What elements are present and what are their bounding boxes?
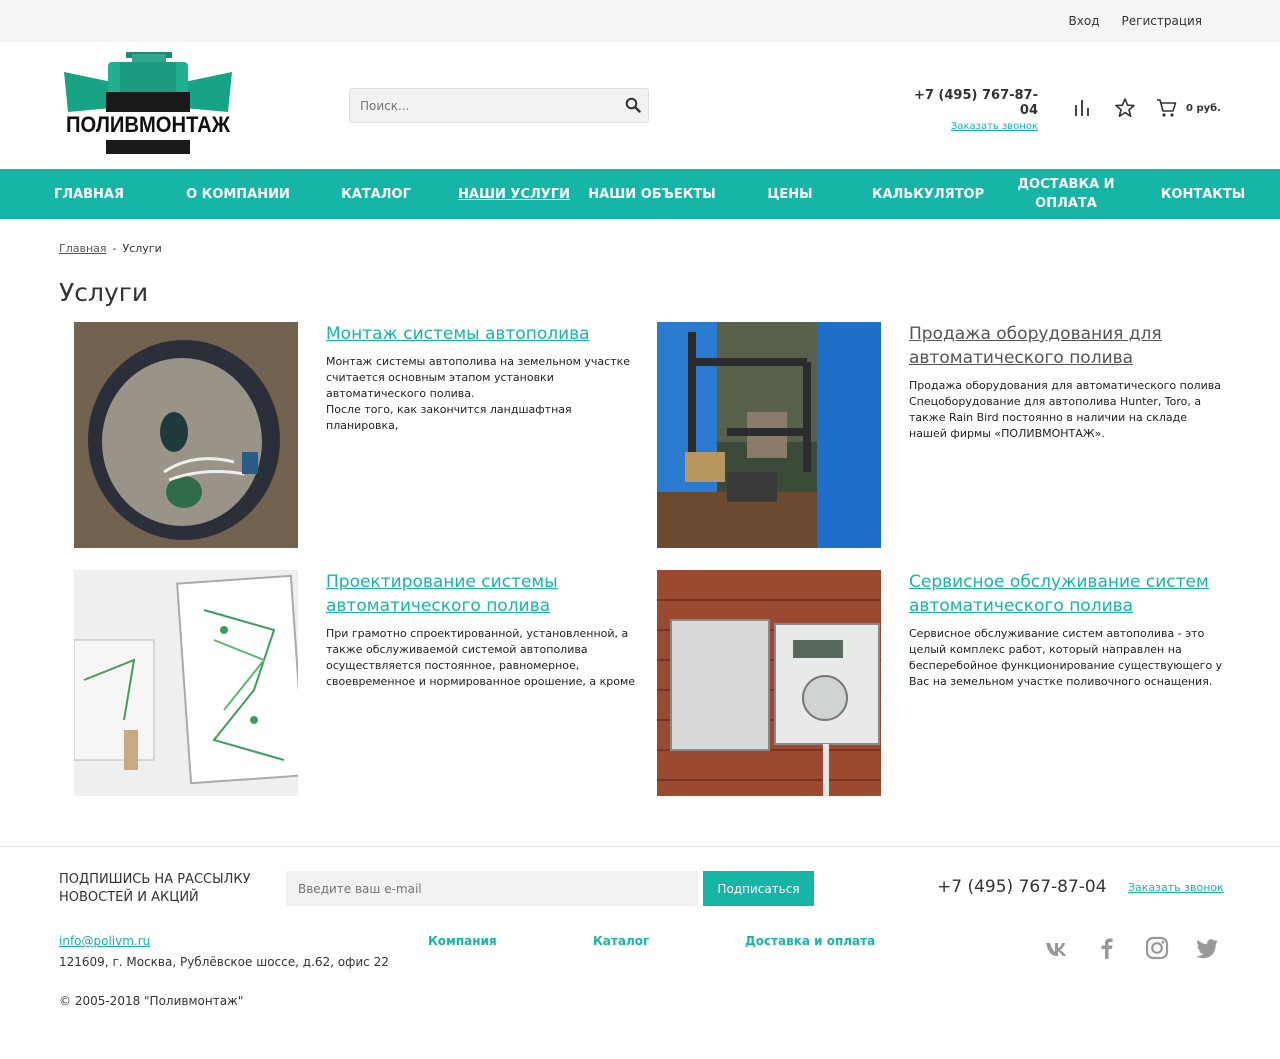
service-text: Проектирование системы автоматического п… bbox=[326, 570, 644, 690]
breadcrumb-home[interactable]: Главная bbox=[59, 242, 107, 255]
nav-item-catalog[interactable]: Каталог bbox=[298, 185, 454, 204]
register-link[interactable]: Регистрация bbox=[1122, 14, 1202, 28]
social-links bbox=[1044, 935, 1220, 961]
cart-sum: 0 руб. bbox=[1186, 102, 1221, 114]
compare-icon[interactable] bbox=[1072, 97, 1094, 119]
cart-icon[interactable] bbox=[1156, 97, 1178, 119]
service-image-maintenance[interactable] bbox=[657, 570, 881, 796]
favorites-star-icon[interactable] bbox=[1114, 97, 1136, 119]
copyright: © 2005-2018 "Поливмонтаж" bbox=[59, 994, 244, 1008]
service-image-design[interactable] bbox=[74, 570, 298, 796]
facebook-icon[interactable] bbox=[1094, 935, 1120, 961]
service-description: Монтаж системы автополива на земельном у… bbox=[326, 355, 631, 432]
service-card: Сервисное обслуживание систем автоматиче… bbox=[657, 570, 1237, 796]
breadcrumb-current: Услуги bbox=[122, 242, 162, 255]
nav-item-home[interactable]: Главная bbox=[0, 185, 178, 204]
instagram-icon[interactable] bbox=[1144, 935, 1170, 961]
service-title-link[interactable]: Сервисное обслуживание систем автоматиче… bbox=[909, 570, 1227, 618]
breadcrumb-separator: - bbox=[112, 242, 117, 255]
logo[interactable]: ПОЛИВМОНТАЖ bbox=[62, 50, 234, 158]
nav-item-about[interactable]: О компании bbox=[178, 185, 298, 204]
footer-address: 121609, г. Москва, Рублёвское шоссе, д.6… bbox=[59, 955, 389, 969]
footer-callback-link[interactable]: Заказать звонок bbox=[1128, 881, 1224, 894]
footer-link-delivery[interactable]: Доставка и оплата bbox=[745, 934, 875, 948]
service-card: Монтаж системы автополива Монтаж системы… bbox=[74, 322, 654, 548]
service-description: При грамотно спроектированной, установле… bbox=[326, 627, 636, 688]
top-bar: Вход Регистрация bbox=[0, 0, 1280, 42]
footer-link-company[interactable]: Компания bbox=[428, 934, 497, 948]
footer-phone: +7 (495) 767-87-04 bbox=[937, 877, 1107, 897]
page-title: Услуги bbox=[59, 278, 149, 307]
service-text: Продажа оборудования для автоматического… bbox=[909, 322, 1227, 442]
service-card: Продажа оборудования для автоматического… bbox=[657, 322, 1237, 548]
footer-link-catalog[interactable]: Каталог bbox=[593, 934, 649, 948]
header-contacts: +7 (495) 767-87-04 Заказать звонок bbox=[912, 88, 1038, 132]
service-description: Продажа оборудования для автоматического… bbox=[909, 379, 1221, 440]
svg-text:ПОЛИВМОНТАЖ: ПОЛИВМОНТАЖ bbox=[66, 112, 230, 137]
main-nav: Главная О компании Каталог Наши услуги Н… bbox=[0, 169, 1280, 219]
footer-divider bbox=[0, 846, 1280, 847]
service-title-link[interactable]: Продажа оборудования для автоматического… bbox=[909, 322, 1227, 370]
subscribe-label: Подпишись на рассылку новостей и акций bbox=[59, 872, 251, 905]
service-description: Сервисное обслуживание систем автополива… bbox=[909, 627, 1223, 688]
nav-item-services[interactable]: Наши услуги bbox=[454, 185, 574, 204]
twitter-icon[interactable] bbox=[1194, 935, 1220, 961]
service-title-link[interactable]: Монтаж системы автополива bbox=[326, 322, 644, 346]
nav-item-calculator[interactable]: Калькулятор bbox=[850, 185, 1006, 204]
search-input[interactable] bbox=[350, 89, 610, 122]
account-links: Вход Регистрация bbox=[1069, 14, 1202, 28]
nav-item-objects[interactable]: Наши объекты bbox=[574, 185, 730, 204]
search-icon[interactable] bbox=[625, 97, 641, 113]
service-text: Сервисное обслуживание систем автоматиче… bbox=[909, 570, 1227, 690]
login-link[interactable]: Вход bbox=[1069, 14, 1100, 28]
service-image-equipment[interactable] bbox=[657, 322, 881, 548]
header-actions: 0 руб. bbox=[1072, 97, 1221, 119]
vk-icon[interactable] bbox=[1044, 935, 1070, 961]
footer-email-link[interactable]: info@polivm.ru bbox=[59, 934, 150, 948]
search-box bbox=[349, 88, 649, 123]
nav-item-contacts[interactable]: Контакты bbox=[1126, 185, 1280, 204]
header-phone: +7 (495) 767-87-04 bbox=[913, 88, 1038, 118]
service-card: Проектирование системы автоматического п… bbox=[74, 570, 654, 796]
nav-item-prices[interactable]: Цены bbox=[730, 185, 850, 204]
subscribe-button[interactable]: Подписаться bbox=[703, 871, 814, 906]
subscribe-email-input[interactable] bbox=[286, 871, 698, 906]
service-title-link[interactable]: Проектирование системы автоматического п… bbox=[326, 570, 644, 618]
nav-item-delivery[interactable]: Доставка и оплата bbox=[1006, 175, 1126, 213]
service-image-installation[interactable] bbox=[74, 322, 298, 548]
breadcrumb: Главная - Услуги bbox=[59, 242, 162, 255]
header-callback-link[interactable]: Заказать звонок bbox=[912, 121, 1038, 132]
header: ПОЛИВМОНТАЖ +7 (495) 767-87-04 Заказать … bbox=[0, 42, 1280, 169]
service-text: Монтаж системы автополива Монтаж системы… bbox=[326, 322, 644, 434]
